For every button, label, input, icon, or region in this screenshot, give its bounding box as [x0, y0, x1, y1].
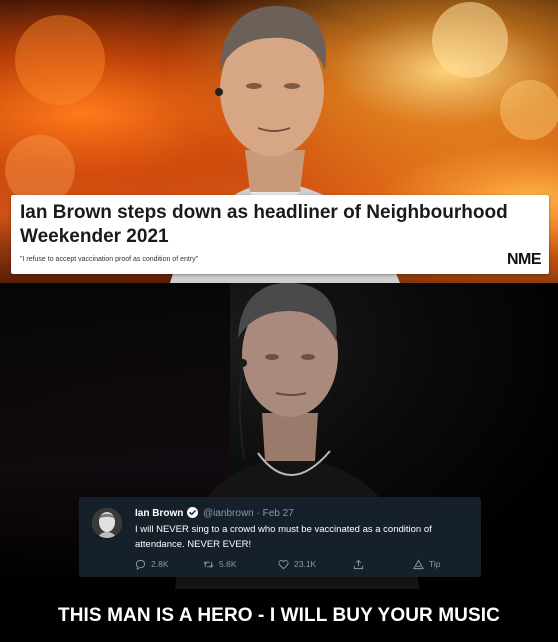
tweet-actions: 2.8K 5.6K 23.1K Tip	[135, 557, 465, 571]
tip-triangle-icon	[413, 558, 424, 569]
share-button[interactable]	[353, 557, 369, 571]
tweet-text: I will NEVER sing to a crowd who must be…	[135, 524, 432, 550]
like-button[interactable]: 23.1K	[278, 557, 316, 571]
verified-badge-icon	[187, 507, 198, 518]
avatar[interactable]	[92, 508, 122, 538]
tip-button[interactable]: Tip	[413, 557, 441, 571]
tweet-card[interactable]: Ian Brown @ianbrown · Feb 27 I will NEVE…	[79, 497, 481, 577]
speech-bubble-icon	[135, 559, 146, 570]
reply-button[interactable]: 2.8K	[135, 557, 169, 571]
tweet-handle-date[interactable]: @ianbrown · Feb 27	[203, 508, 294, 519]
nme-logo: NME	[506, 251, 542, 268]
nme-article-panel: Ian Brown steps down as headliner of Nei…	[0, 0, 558, 283]
meme-caption: THIS MAN IS A HERO - I WILL BUY YOUR MUS…	[58, 604, 500, 626]
retweet-button[interactable]: 5.6K	[203, 557, 237, 571]
meme-caption-bar: THIS MAN IS A HERO - I WILL BUY YOUR MUS…	[0, 589, 558, 642]
tweet-author-name[interactable]: Ian Brown	[135, 508, 183, 519]
like-count: 23.1K	[294, 559, 317, 569]
article-subhead: "I refuse to accept vaccination proof as…	[20, 256, 199, 263]
retweet-arrows-icon	[203, 561, 214, 567]
retweet-count: 5.6K	[219, 559, 237, 569]
reply-count: 2.8K	[151, 559, 169, 569]
tip-label: Tip	[429, 559, 441, 569]
article-headline: Ian Brown steps down as headliner of Nei…	[20, 202, 508, 247]
headline-card[interactable]: Ian Brown steps down as headliner of Nei…	[11, 195, 549, 274]
share-upload-icon	[353, 559, 364, 569]
tweet-panel: Ian Brown @ianbrown · Feb 27 I will NEVE…	[0, 283, 558, 589]
heart-icon	[278, 559, 289, 569]
